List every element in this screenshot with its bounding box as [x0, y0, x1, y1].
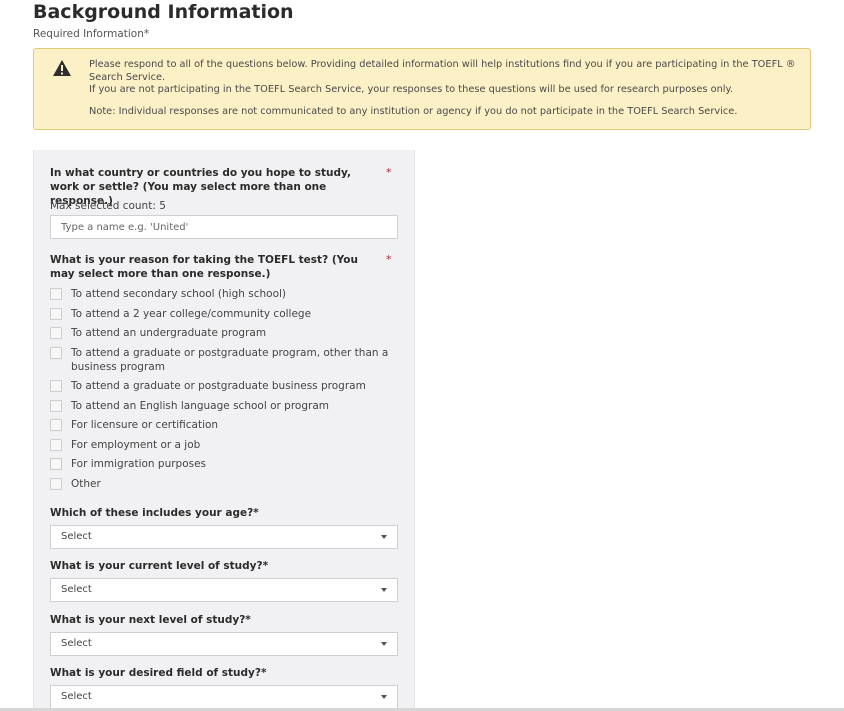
alert-note: Note: Individual responses are not commu… [89, 105, 738, 117]
checkbox[interactable] [50, 288, 62, 300]
reason-options-list: To attend secondary school (high school)… [50, 287, 390, 496]
option-label: For licensure or certification [71, 419, 219, 431]
reason-option-english-school[interactable]: To attend an English language school or … [50, 399, 390, 419]
option-label: To attend a graduate or postgraduate pro… [71, 346, 389, 373]
age-select-value: Select [61, 531, 92, 542]
max-selected-count: Max selected count: 5 [50, 200, 166, 212]
field-select[interactable]: Select [50, 685, 398, 709]
next-level-select-value: Select [61, 638, 92, 649]
current-level-question-label: What is your current level of study?* [50, 560, 269, 572]
warning-icon [53, 60, 71, 76]
checkbox[interactable] [50, 419, 62, 431]
checkbox[interactable] [50, 477, 62, 490]
required-information-note: Required Information* [33, 28, 150, 40]
age-select[interactable]: Select [50, 525, 398, 549]
next-level-question-label: What is your next level of study?* [50, 614, 251, 626]
current-level-select[interactable]: Select [50, 578, 398, 602]
reason-required-star: * [386, 253, 392, 266]
field-select-value: Select [61, 691, 92, 702]
page-title: Background Information [33, 1, 294, 23]
option-label: For employment or a job [71, 438, 201, 451]
checkbox[interactable] [50, 380, 62, 392]
reason-option-graduate[interactable]: To attend a graduate or postgraduate pro… [50, 346, 390, 380]
chevron-down-icon [381, 642, 387, 646]
info-alert: Please respond to all of the questions b… [33, 48, 811, 130]
field-question-label: What is your desired field of study?* [50, 667, 267, 679]
reason-option-licensure[interactable]: For licensure or certification [50, 418, 390, 438]
checkbox[interactable] [50, 438, 62, 451]
option-label: To attend an English language school or … [71, 399, 329, 412]
reason-question-label: What is your reason for taking the TOEFL… [50, 254, 358, 280]
checkbox[interactable] [50, 307, 62, 320]
reason-option-community-college[interactable]: To attend a 2 year college/community col… [50, 307, 390, 327]
country-search-input[interactable] [50, 215, 398, 239]
chevron-down-icon [381, 588, 387, 592]
age-question-label: Which of these includes your age?* [50, 507, 259, 519]
background-form: In what country or countries do you hope… [33, 150, 415, 710]
option-label: To attend secondary school (high school) [71, 288, 287, 300]
reason-option-secondary-school[interactable]: To attend secondary school (high school) [50, 287, 390, 307]
option-label: To attend a 2 year college/community col… [71, 307, 312, 320]
reason-option-immigration[interactable]: For immigration purposes [50, 457, 390, 477]
option-label: For immigration purposes [71, 458, 207, 470]
alert-message: Please respond to all of the questions b… [89, 59, 799, 118]
reason-option-other[interactable]: Other [50, 477, 390, 497]
background-information-page: Background Information Required Informat… [0, 0, 844, 711]
chevron-down-icon [381, 535, 387, 539]
next-level-select[interactable]: Select [50, 632, 398, 656]
reason-option-graduate-business[interactable]: To attend a graduate or postgraduate bus… [50, 379, 390, 399]
checkbox[interactable] [50, 458, 62, 470]
reason-option-employment[interactable]: For employment or a job [50, 438, 390, 458]
option-label: To attend a graduate or postgraduate bus… [71, 380, 366, 392]
alert-line-2: If you are not participating in the TOEF… [89, 84, 734, 95]
country-required-star: * [386, 166, 392, 179]
reason-option-undergraduate[interactable]: To attend an undergraduate program [50, 326, 390, 346]
option-label: Other [71, 477, 101, 490]
option-label: To attend an undergraduate program [71, 327, 267, 339]
checkbox[interactable] [50, 346, 62, 359]
current-level-select-value: Select [61, 584, 92, 595]
checkbox[interactable] [50, 399, 62, 412]
alert-line-1: Please respond to all of the questions b… [89, 59, 796, 83]
checkbox[interactable] [50, 327, 62, 339]
chevron-down-icon [381, 695, 387, 699]
